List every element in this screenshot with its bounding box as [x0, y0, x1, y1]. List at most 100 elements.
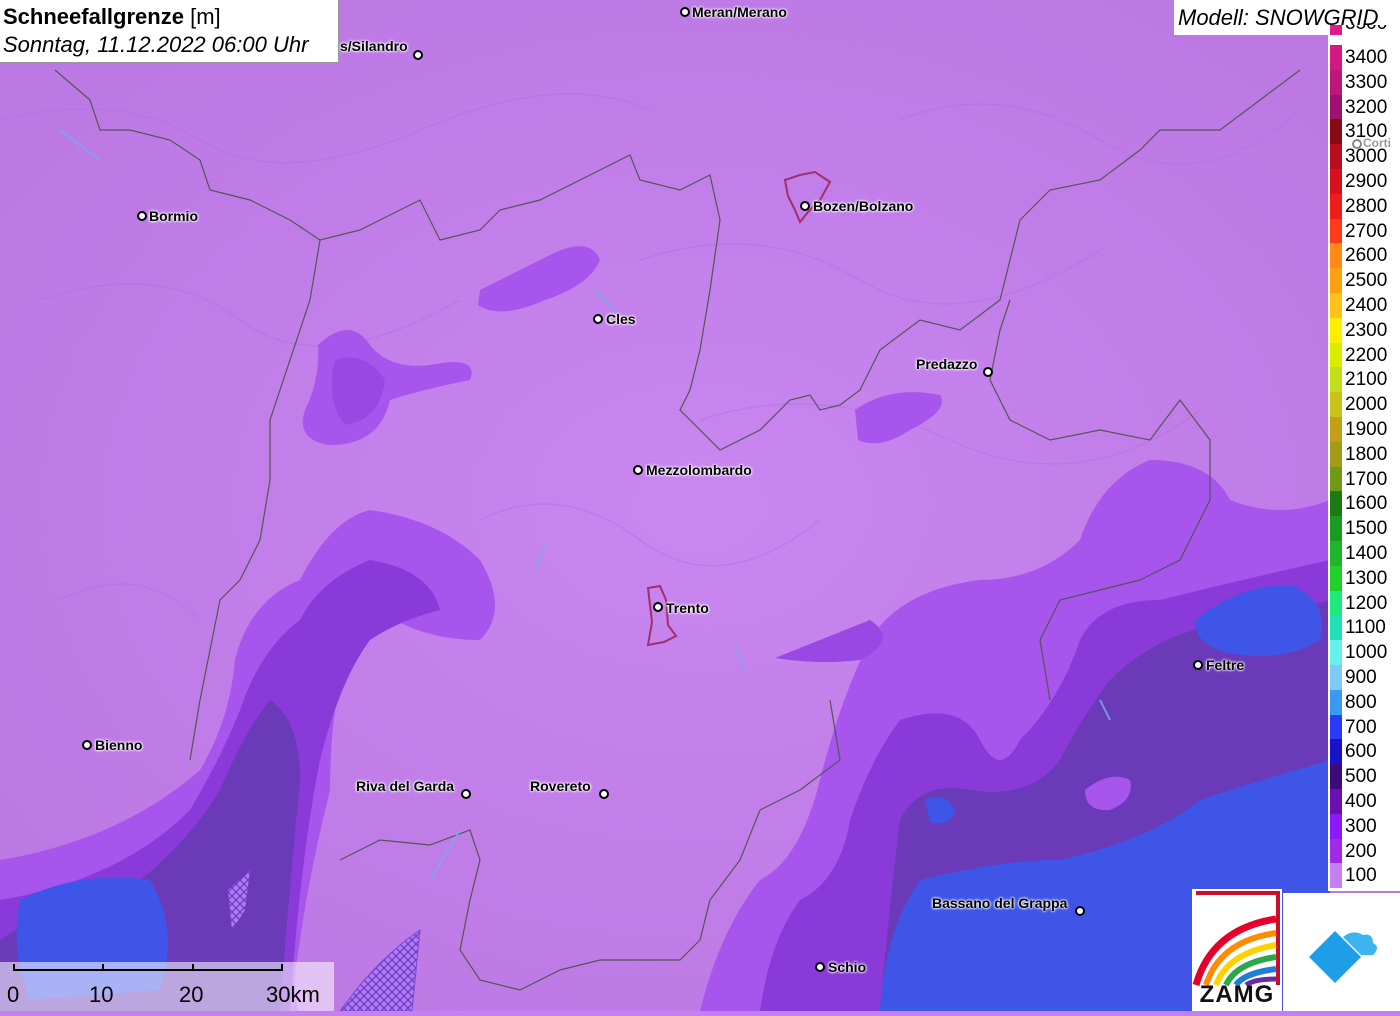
- scale-label: 30km: [266, 982, 320, 1007]
- legend-swatch: [1330, 516, 1342, 541]
- legend-swatch: [1330, 640, 1342, 665]
- legend-swatch: [1330, 392, 1342, 417]
- legend-swatch: [1330, 69, 1342, 95]
- legend-label: 3500: [1345, 25, 1387, 35]
- scale-line: [13, 969, 282, 971]
- legend-swatch: [1330, 94, 1342, 120]
- legend-row: 3400: [1328, 45, 1400, 70]
- legend-label: 2200: [1345, 344, 1388, 366]
- legend-label: 2800: [1345, 195, 1388, 217]
- legend-swatch: [1330, 466, 1342, 492]
- legend-label: 800: [1345, 691, 1377, 713]
- legend-row: 2800: [1328, 193, 1400, 219]
- city-label-bolzano: Bozen/Bolzano: [813, 198, 914, 214]
- legend-row: 400: [1328, 789, 1400, 814]
- map-title: Schneefallgrenze [m]: [3, 4, 221, 30]
- legend-swatch: [1330, 218, 1342, 244]
- legend-label: 1500: [1345, 518, 1388, 540]
- legend-row: 1000: [1328, 640, 1400, 665]
- zamg-logo-text: ZAMG: [1199, 981, 1275, 1008]
- legend-row: 1100: [1328, 615, 1400, 641]
- legend-row: 800: [1328, 689, 1400, 715]
- legend-label: 2100: [1345, 369, 1388, 391]
- city-label-meran: Meran/Merano: [692, 4, 787, 20]
- legend-label: 600: [1345, 741, 1377, 763]
- city-label-feltre: Feltre: [1206, 657, 1245, 673]
- legend-swatch: [1330, 689, 1342, 715]
- legend-swatch: [1330, 169, 1342, 194]
- legend-row: 200: [1328, 838, 1400, 864]
- legend-swatch: [1330, 813, 1342, 839]
- legend-row: 1900: [1328, 417, 1400, 442]
- legend-row: 2200: [1328, 342, 1400, 368]
- legend-label: 1200: [1345, 592, 1388, 614]
- legend-swatch: [1330, 714, 1342, 740]
- legend-row: 500: [1328, 764, 1400, 789]
- legend-swatch: [1330, 417, 1342, 442]
- legend-row: 300: [1328, 813, 1400, 839]
- legend-swatch: [1330, 342, 1342, 368]
- legend-label: 200: [1345, 840, 1377, 862]
- legend-swatch: [1330, 119, 1342, 145]
- zamg-logo: ZAMG: [1192, 889, 1282, 1011]
- city-label-cortina: Corti: [1363, 136, 1391, 150]
- legend-swatch: [1330, 193, 1342, 219]
- city-label-riva: Riva del Garda: [356, 778, 455, 794]
- city-dot-rovereto: [599, 789, 609, 799]
- legend-row: 1800: [1328, 441, 1400, 467]
- legend-top-cut: 3500: [1328, 25, 1400, 35]
- city-dot-meran: [680, 7, 690, 17]
- legend-swatch: [1330, 863, 1342, 889]
- legend-swatch: [1330, 565, 1342, 591]
- legend-swatch: [1330, 541, 1342, 566]
- city-label-bormio: Bormio: [149, 208, 198, 224]
- legend-label: 2900: [1345, 171, 1388, 192]
- map-title-box: Schneefallgrenze [m] Sonntag, 11.12.2022…: [0, 0, 339, 63]
- legend-label: 3200: [1345, 96, 1388, 118]
- legend-label: 300: [1345, 815, 1377, 837]
- city-label-silandro: s/Silandro: [340, 38, 408, 54]
- legend-swatch: [1330, 590, 1342, 616]
- legend-row: 1500: [1328, 516, 1400, 541]
- city-dot-predazzo: [983, 367, 993, 377]
- city-dot-schio: [815, 962, 825, 972]
- city-dot-bormio: [137, 211, 147, 221]
- legend-row: 2000: [1328, 392, 1400, 417]
- legend-label: 2300: [1345, 319, 1388, 341]
- legend-row: 1400: [1328, 541, 1400, 566]
- legend-label: 2500: [1345, 270, 1388, 292]
- city-label-mezzolombardo: Mezzolombardo: [646, 462, 752, 478]
- legend-swatch: [1330, 441, 1342, 467]
- scale-bar: 0 10 20 30km: [0, 962, 334, 1011]
- legend-row: 3200: [1328, 94, 1400, 120]
- scale-tick: [102, 964, 104, 971]
- legend-label: 2700: [1345, 220, 1388, 242]
- legend-swatch: [1330, 615, 1342, 641]
- map-title-unit: [m]: [190, 4, 221, 29]
- legend-label: 2400: [1345, 295, 1388, 316]
- map-title-text: Schneefallgrenze: [3, 4, 184, 29]
- legend-swatch: [1330, 665, 1342, 690]
- map-datetime: Sonntag, 11.12.2022 06:00 Uhr: [3, 32, 309, 57]
- legend-label: 500: [1345, 766, 1377, 788]
- legend-label: 1600: [1345, 493, 1388, 515]
- city-dot-cortina: [1352, 139, 1362, 149]
- city-label-bienno: Bienno: [95, 737, 143, 753]
- legend-swatch: [1330, 367, 1342, 393]
- legend-swatch: [1330, 739, 1342, 765]
- legend-row: 2100: [1328, 367, 1400, 393]
- legend-row: 900: [1328, 665, 1400, 690]
- legend-label: 1400: [1345, 543, 1388, 564]
- snowfall-line-map[interactable]: [0, 0, 1400, 1011]
- legend-label: 3300: [1345, 71, 1388, 93]
- scale-label: 20: [179, 982, 204, 1007]
- legend-label: 1800: [1345, 443, 1388, 465]
- scale-label: 0: [7, 982, 20, 1007]
- zamg-rainbow-icon: [1192, 891, 1280, 988]
- legend-row: 100: [1328, 863, 1400, 889]
- legend-label: 400: [1345, 791, 1377, 812]
- legend-row: 600: [1328, 739, 1400, 765]
- legend-label: 1900: [1345, 419, 1388, 440]
- scale-label: 10: [89, 982, 114, 1007]
- legend-swatch: [1330, 491, 1342, 517]
